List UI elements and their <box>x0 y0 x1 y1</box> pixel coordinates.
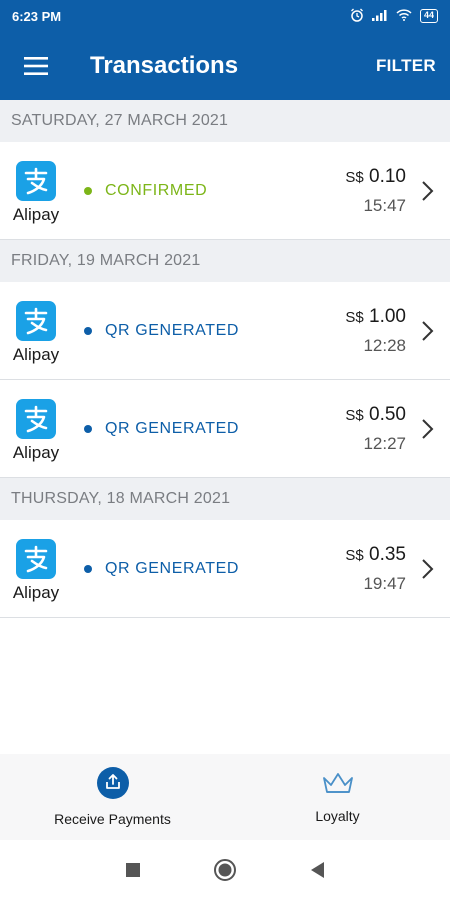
alipay-icon <box>16 160 56 201</box>
filter-button[interactable]: FILTER <box>376 56 450 76</box>
transaction-list: SATURDAY, 27 MARCH 2021 Alipay CONFIRMED S$… <box>0 100 450 618</box>
amount: S$ 0.35 <box>345 544 406 566</box>
provider-logo: Alipay <box>0 395 72 463</box>
transaction-status: QR GENERATED <box>72 420 345 438</box>
receive-payments-icon <box>96 767 129 799</box>
transaction-time: 15:47 <box>363 195 406 215</box>
chevron-right-icon <box>420 418 450 440</box>
nav-receive-payments[interactable]: Receive Payments <box>0 754 225 840</box>
date-header: SATURDAY, 27 MARCH 2021 <box>0 100 450 142</box>
system-nav-bar <box>0 840 450 900</box>
status-dot-icon <box>84 424 92 433</box>
amount-value: 1.00 <box>369 305 406 327</box>
status-label: QR GENERATED <box>105 419 240 437</box>
amount-value: 0.50 <box>369 403 406 425</box>
transaction-amounts: S$ 1.00 12:28 <box>345 306 420 356</box>
status-bar: 6:23 PM 44 <box>0 0 450 32</box>
chevron-right-icon <box>420 320 450 342</box>
nav-label-loyalty: Loyalty <box>315 808 360 824</box>
chevron-right-icon <box>420 180 450 202</box>
transaction-row[interactable]: Alipay CONFIRMED S$ 0.10 15:47 <box>0 142 450 240</box>
currency: S$ <box>345 406 364 424</box>
amount-value: 0.35 <box>369 543 406 565</box>
app-bar: Transactions FILTER <box>0 32 450 100</box>
date-header: THURSDAY, 18 MARCH 2021 <box>0 478 450 520</box>
provider-name: Alipay <box>12 344 60 364</box>
nav-label-receive-payments: Receive Payments <box>54 811 171 827</box>
recents-button[interactable] <box>87 862 179 878</box>
provider-name: Alipay <box>12 204 60 224</box>
transaction-time: 12:28 <box>363 335 406 355</box>
currency: S$ <box>345 168 364 186</box>
status-label: QR GENERATED <box>105 321 240 339</box>
transaction-status: QR GENERATED <box>72 560 345 578</box>
status-dot-icon <box>84 326 92 335</box>
transaction-status: CONFIRMED <box>72 182 345 200</box>
transaction-row[interactable]: Alipay QR GENERATED S$ 0.35 19:47 <box>0 520 450 618</box>
status-dot-icon <box>84 564 92 573</box>
status-label: QR GENERATED <box>105 559 240 577</box>
square-icon <box>126 863 140 877</box>
home-button[interactable] <box>179 858 271 882</box>
transaction-status: QR GENERATED <box>72 322 345 340</box>
back-triangle-icon <box>311 862 324 878</box>
hamburger-icon <box>24 57 48 75</box>
provider-name: Alipay <box>12 442 60 462</box>
provider-logo: Alipay <box>0 535 72 603</box>
transaction-amounts: S$ 0.35 19:47 <box>345 544 420 594</box>
transaction-row[interactable]: Alipay QR GENERATED S$ 0.50 12:27 <box>0 380 450 478</box>
transaction-amounts: S$ 0.50 12:27 <box>345 404 420 454</box>
amount: S$ 0.10 <box>345 166 406 188</box>
provider-logo: Alipay <box>0 297 72 365</box>
provider-logo: Alipay <box>0 157 72 225</box>
bottom-nav: Receive Payments Loyalty <box>0 754 450 840</box>
alipay-icon <box>16 398 56 439</box>
signal-icon <box>371 9 388 24</box>
currency: S$ <box>345 308 364 326</box>
amount: S$ 0.50 <box>345 404 406 426</box>
transaction-time: 19:47 <box>363 573 406 593</box>
alipay-icon <box>16 538 56 579</box>
provider-name: Alipay <box>12 582 60 602</box>
currency: S$ <box>345 546 364 564</box>
status-dot-icon <box>84 186 92 195</box>
alarm-icon <box>350 8 364 25</box>
amount-value: 0.10 <box>369 165 406 187</box>
transaction-row[interactable]: Alipay QR GENERATED S$ 1.00 12:28 <box>0 282 450 380</box>
transaction-amounts: S$ 0.10 15:47 <box>345 166 420 216</box>
wifi-icon <box>396 8 412 24</box>
status-icons: 44 <box>350 8 438 25</box>
status-label: CONFIRMED <box>105 181 208 199</box>
circle-icon <box>214 859 236 881</box>
status-time: 6:23 PM <box>12 8 62 24</box>
nav-loyalty[interactable]: Loyalty <box>225 754 450 840</box>
page-title: Transactions <box>90 52 239 79</box>
amount: S$ 1.00 <box>345 306 406 328</box>
chevron-right-icon <box>420 558 450 580</box>
battery-icon: 44 <box>419 9 438 23</box>
menu-button[interactable] <box>0 32 72 100</box>
date-header: FRIDAY, 19 MARCH 2021 <box>0 240 450 282</box>
back-button[interactable] <box>271 861 363 879</box>
transaction-time: 12:27 <box>363 433 406 453</box>
crown-icon <box>322 773 353 793</box>
alipay-icon <box>16 300 56 341</box>
